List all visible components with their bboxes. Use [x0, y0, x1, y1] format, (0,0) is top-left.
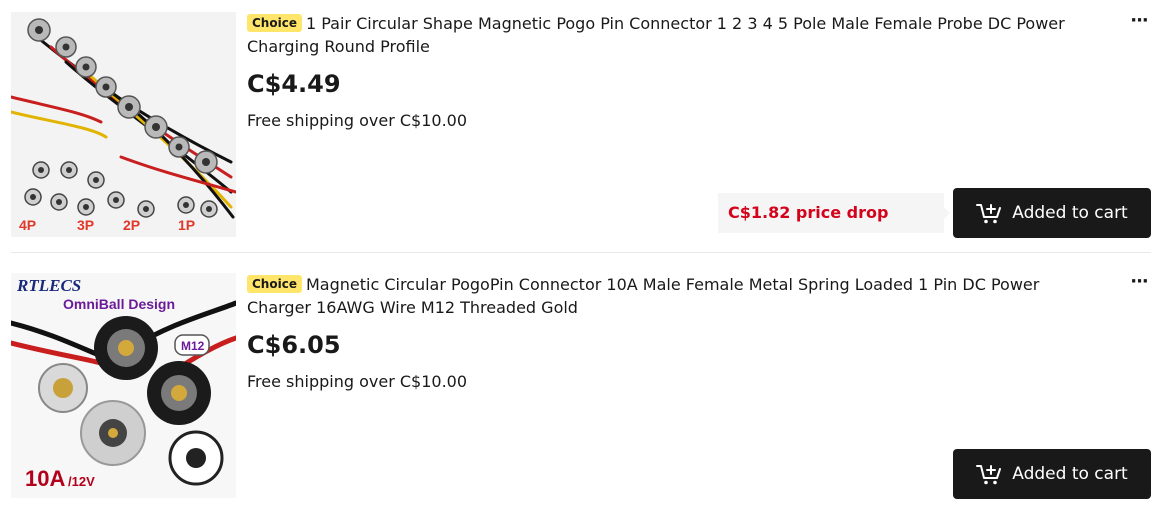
choice-badge: Choice — [247, 275, 302, 293]
product-card: RTLECS OmniBall Design M12 10A /12V Choi… — [0, 261, 1174, 501]
product-image[interactable]: RTLECS OmniBall Design M12 10A /12V — [11, 273, 236, 498]
product-card: 4P 3P 2P 1P Choice 1 Pair Circular Shape … — [0, 0, 1174, 240]
more-options-icon[interactable]: ··· — [1128, 12, 1150, 34]
item-divider — [11, 252, 1151, 253]
cart-added-icon — [976, 204, 1002, 224]
image-label-brand: RTLECS — [16, 276, 81, 295]
price-drop-tag: C$1.82 price drop — [718, 193, 950, 233]
shipping-info: Free shipping over C$10.00 — [247, 111, 468, 130]
image-label-2p: 2P — [123, 217, 140, 233]
image-label-1p: 1P — [178, 217, 195, 233]
product-title[interactable]: Choice 1 Pair Circular Shape Magnetic Pog… — [247, 12, 1077, 58]
image-label-volt: /12V — [68, 474, 95, 489]
added-to-cart-label: Added to cart — [1012, 464, 1128, 484]
product-title[interactable]: Choice Magnetic Circular PogoPin Connecto… — [247, 273, 1077, 319]
added-to-cart-label: Added to cart — [1012, 203, 1128, 223]
shipping-info: Free shipping over C$10.00 — [247, 372, 468, 391]
product-image-art: RTLECS OmniBall Design M12 10A /12V — [11, 273, 236, 498]
product-price: C$6.05 — [247, 331, 341, 359]
more-options-icon[interactable]: ··· — [1128, 273, 1150, 295]
image-label-4p: 4P — [19, 217, 36, 233]
image-label-thread: M12 — [181, 339, 205, 353]
added-to-cart-button[interactable]: Added to cart — [953, 188, 1151, 238]
product-price: C$4.49 — [247, 70, 341, 98]
image-label-amp: 10A — [25, 466, 65, 491]
product-title-text[interactable]: Magnetic Circular PogoPin Connector 10A … — [247, 275, 1039, 317]
image-label-design: OmniBall Design — [63, 296, 175, 312]
added-to-cart-button[interactable]: Added to cart — [953, 449, 1151, 499]
product-image-art: 4P 3P 2P 1P — [11, 12, 236, 237]
product-title-text[interactable]: 1 Pair Circular Shape Magnetic Pogo Pin … — [247, 14, 1065, 56]
product-list: 4P 3P 2P 1P Choice 1 Pair Circular Shape … — [0, 0, 1174, 508]
product-image[interactable]: 4P 3P 2P 1P — [11, 12, 236, 237]
cart-added-icon — [976, 465, 1002, 485]
choice-badge: Choice — [247, 14, 302, 32]
image-label-3p: 3P — [77, 217, 94, 233]
